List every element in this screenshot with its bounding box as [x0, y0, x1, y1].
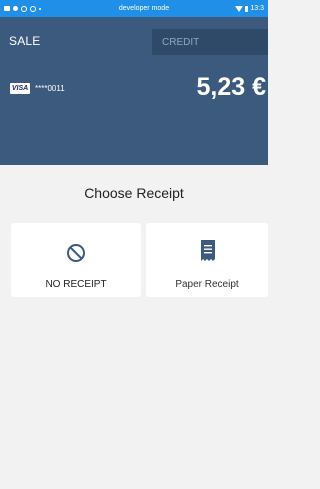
- no-receipt-label: NO RECEIPT: [45, 279, 107, 290]
- sale-label: SALE: [9, 34, 41, 48]
- status-right: 13:3: [206, 5, 264, 12]
- paper-receipt-button[interactable]: Paper Receipt: [146, 223, 268, 297]
- paper-receipt-label: Paper Receipt: [175, 279, 239, 290]
- transaction-header: SALE CREDIT VISA ****0011 5,23 €: [0, 17, 268, 165]
- no-receipt-button[interactable]: NO RECEIPT: [11, 223, 141, 297]
- clock: 13:3: [250, 5, 264, 12]
- payment-screen: developer mode 13:3 SALE CREDIT VISA ***…: [0, 0, 268, 489]
- amount: 5,23 €: [196, 73, 266, 101]
- status-icons: [4, 5, 94, 12]
- notification-icon: [4, 6, 10, 11]
- no-receipt-icon: [67, 244, 85, 262]
- wifi-icon: [235, 5, 244, 12]
- paper-receipt-icon: [201, 240, 215, 261]
- record-icon: [13, 6, 18, 11]
- visa-logo: VISA: [10, 83, 30, 94]
- battery-icon: [245, 5, 249, 12]
- settings-icon: [30, 5, 36, 12]
- card-number: ****0011: [35, 84, 65, 93]
- choose-receipt-title: Choose Receipt: [84, 185, 184, 201]
- sync-icon: [21, 5, 27, 12]
- developer-mode-label: developer mode: [118, 5, 170, 12]
- credit-selector[interactable]: CREDIT: [152, 29, 268, 55]
- more-icon: [39, 7, 41, 10]
- status-bar: developer mode 13:3: [0, 0, 268, 17]
